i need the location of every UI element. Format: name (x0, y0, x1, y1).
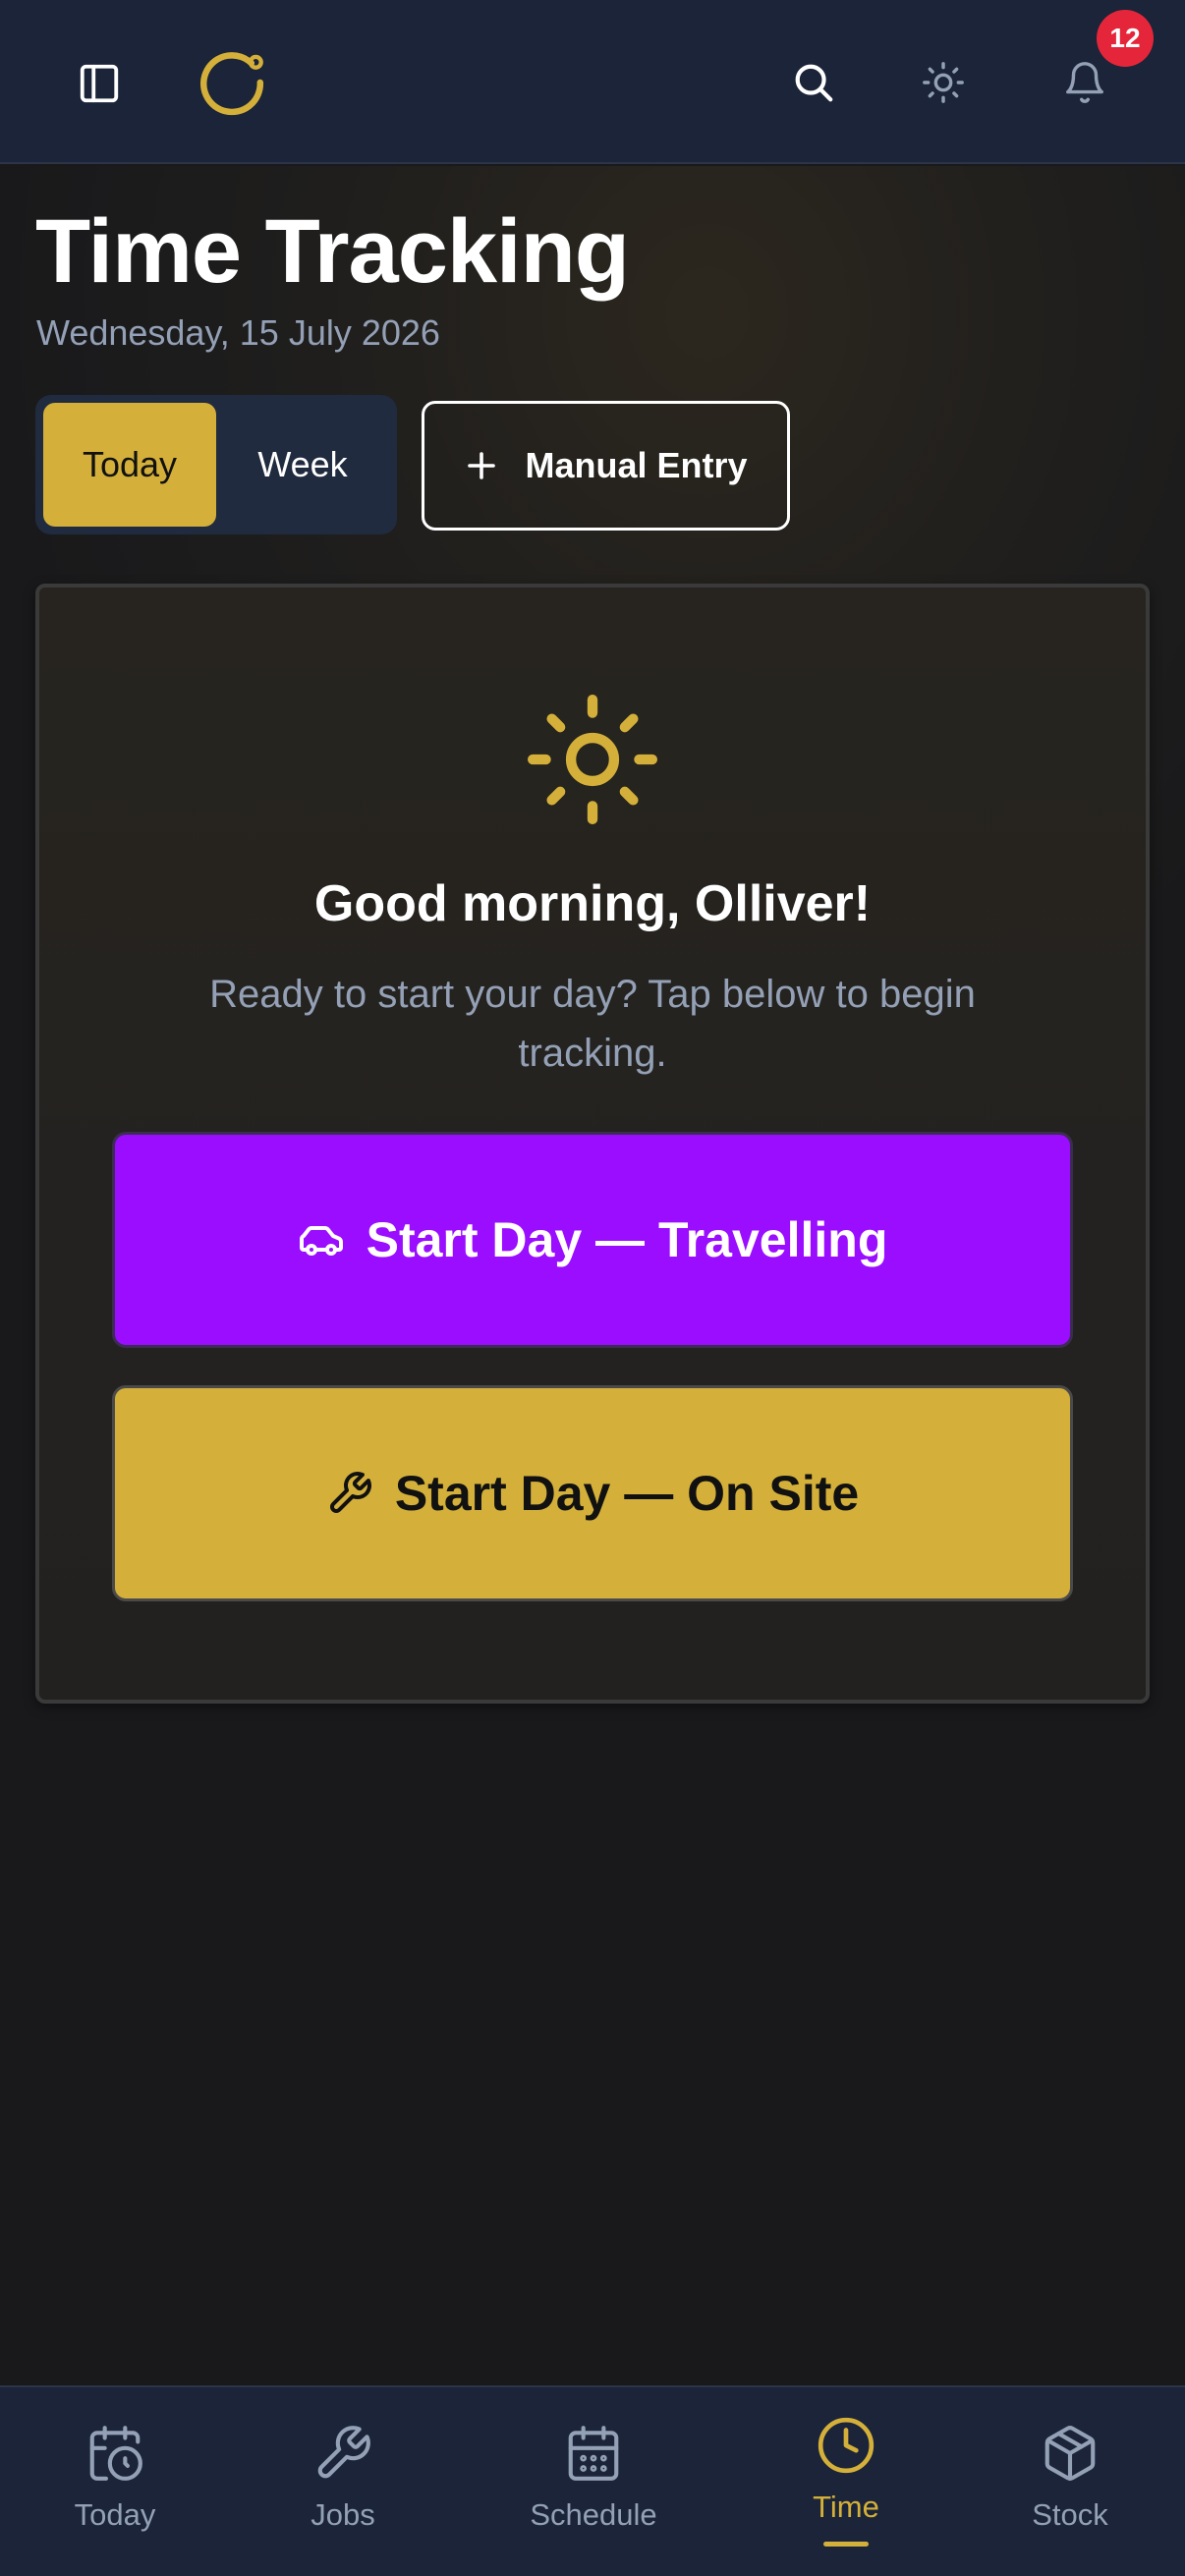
nav-active-indicator (823, 2542, 869, 2547)
sidebar-toggle-icon (80, 64, 119, 103)
logo-icon (200, 52, 264, 116)
start-prompt-text: Ready to start your day? Tap below to be… (209, 973, 976, 1075)
nav-label-stock: Stock (1032, 2497, 1108, 2532)
theme-toggle-button[interactable] (908, 47, 979, 118)
notification-badge: 12 (1097, 10, 1154, 67)
nav-label-schedule: Schedule (530, 2497, 657, 2532)
week-toggle-button[interactable]: Week (216, 403, 389, 527)
today-toggle-button[interactable]: Today (43, 403, 216, 527)
box-icon (1044, 2426, 1096, 2481)
car-icon (299, 1226, 343, 1256)
start-day-on-site-button[interactable]: Start Day — On Site (112, 1385, 1073, 1601)
nav-item-today[interactable]: Today (61, 2423, 169, 2550)
nav-item-jobs[interactable]: Jobs (289, 2423, 397, 2550)
search-icon (795, 64, 833, 102)
plus-icon (468, 452, 496, 479)
sidebar-toggle-button[interactable] (65, 49, 134, 118)
sun-icon (923, 62, 964, 103)
start-day-travelling-label: Start Day — Travelling (366, 1212, 888, 1267)
greeting-text: Good morning, Olliver! (313, 875, 872, 932)
clock-icon (818, 2417, 875, 2474)
page-date: Wednesday, 15 July 2026 (36, 312, 440, 353)
manual-entry-button[interactable]: Manual Entry (422, 401, 790, 531)
app-logo[interactable] (193, 43, 271, 122)
sun-icon (527, 694, 658, 825)
wrench-icon (317, 2426, 370, 2479)
calendar-icon (568, 2426, 619, 2481)
search-button[interactable] (778, 47, 849, 118)
start-day-on-site-label: Start Day — On Site (394, 1466, 860, 1521)
top-bar (0, 0, 1185, 164)
page-title: Time Tracking (35, 201, 630, 302)
nav-label-today: Today (74, 2497, 156, 2532)
calendar-clock-icon (89, 2426, 142, 2481)
manual-entry-label: Manual Entry (525, 445, 748, 485)
nav-label-time: Time (813, 2490, 879, 2524)
start-day-travelling-button[interactable]: Start Day — Travelling (112, 1132, 1073, 1348)
bell-icon (1066, 62, 1103, 103)
nav-label-jobs: Jobs (310, 2497, 375, 2532)
nav-item-schedule[interactable]: Schedule (517, 2423, 670, 2550)
view-toggle: Today Week (35, 395, 397, 534)
wrench-icon (329, 1472, 371, 1513)
nav-item-time[interactable]: Time (792, 2415, 900, 2543)
nav-item-stock[interactable]: Stock (1016, 2423, 1124, 2550)
